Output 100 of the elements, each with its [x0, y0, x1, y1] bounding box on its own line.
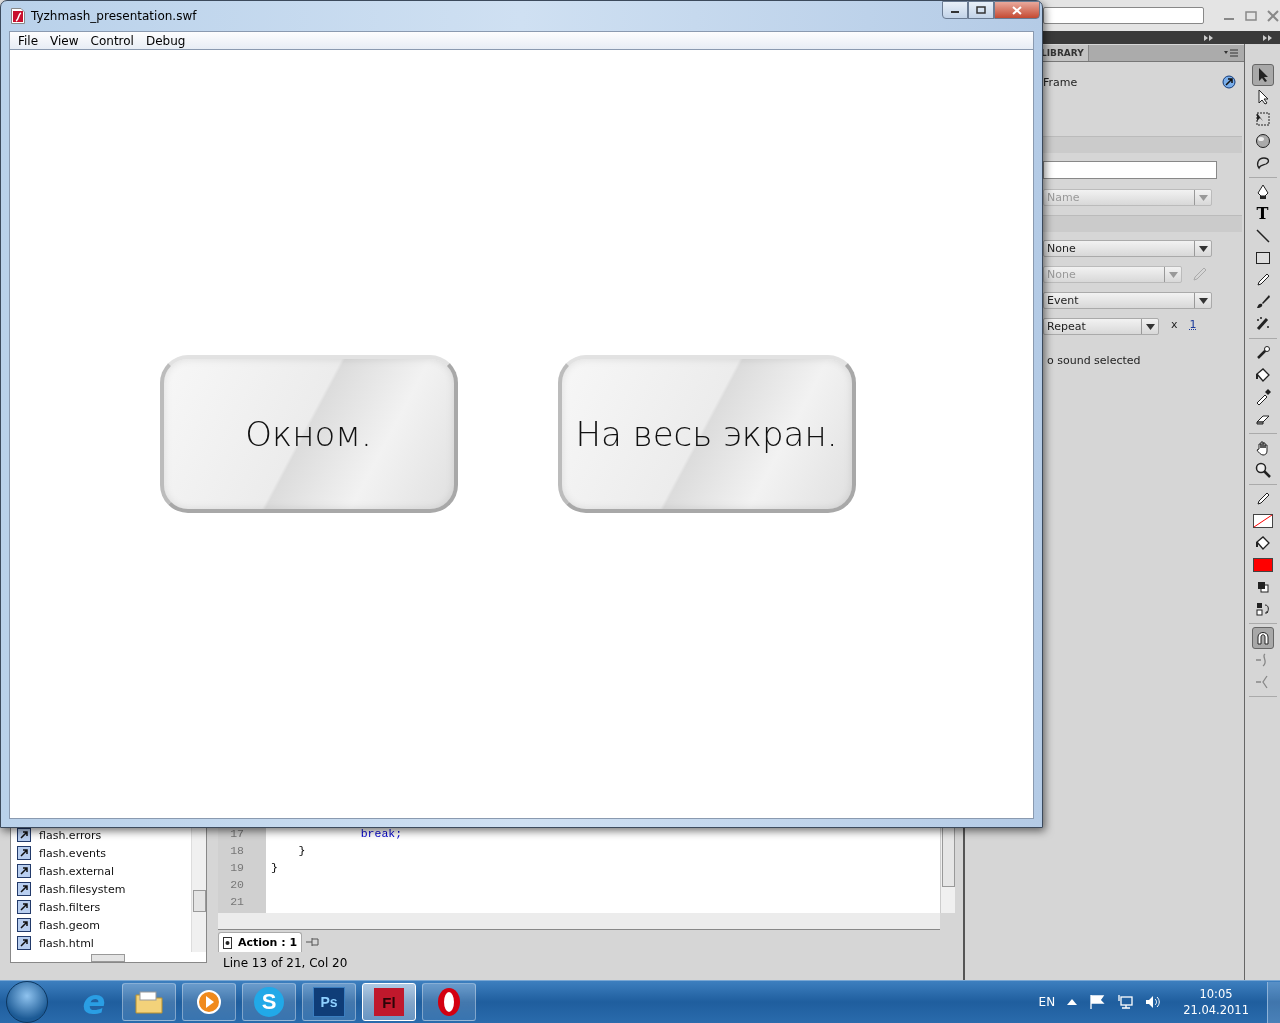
paint-bucket-icon — [1254, 535, 1271, 551]
hollow-arrow-icon — [1255, 89, 1270, 105]
package-icon — [17, 882, 31, 896]
stage-button[interactable]: Окном. — [159, 355, 458, 513]
package-icon — [17, 900, 31, 914]
pin-icon[interactable] — [306, 936, 321, 948]
caret-icon — [1168, 271, 1178, 278]
taskbar-button[interactable] — [422, 983, 476, 1021]
tool-button[interactable] — [1251, 64, 1274, 86]
play-icon — [196, 989, 222, 1015]
line-number: 17 — [230, 826, 244, 842]
search-field[interactable] — [1043, 7, 1204, 24]
minimize-button[interactable] — [942, 1, 968, 19]
frame-label: Frame — [1043, 75, 1078, 89]
package-icon — [17, 864, 31, 878]
hand-icon — [1254, 440, 1271, 456]
taskbar-button[interactable] — [122, 983, 176, 1021]
sphere-icon — [1254, 133, 1271, 149]
scroll-thumb[interactable] — [91, 954, 125, 962]
line-icon — [1254, 228, 1271, 244]
package-item[interactable]: flash.filters — [11, 898, 187, 916]
dropdown[interactable]: Event — [1043, 292, 1212, 309]
code-line: } — [297, 843, 307, 859]
tool-button[interactable] — [1251, 627, 1274, 649]
maximize-button[interactable] — [968, 1, 994, 19]
pencil-icon — [1254, 272, 1271, 288]
tray-expand-icon[interactable] — [1067, 999, 1078, 1005]
clock[interactable]: 10:05 21.04.2011 — [1183, 986, 1249, 1018]
library-tab[interactable]: LIBRARY — [1041, 45, 1089, 61]
status-text: Line 13 of 21, Col 20 — [222, 956, 349, 970]
fill-swatch-icon — [1252, 558, 1273, 572]
menu-item[interactable]: View — [44, 33, 85, 48]
package-item[interactable]: flash.events — [11, 844, 187, 862]
swap-colors-icon — [1255, 602, 1270, 616]
ps-logo-icon: Ps — [313, 987, 345, 1017]
flash-file-icon — [11, 8, 25, 24]
package-item[interactable]: flash.filesystem — [11, 880, 187, 898]
start-button[interactable] — [6, 981, 48, 1023]
loop-count[interactable]: 1 — [1189, 318, 1197, 331]
close-icon[interactable] — [1266, 8, 1280, 23]
rectangle-icon — [1254, 250, 1271, 266]
taskbar-button[interactable]: Ps — [302, 983, 356, 1021]
line-number: 18 — [230, 843, 244, 859]
collapse-icon[interactable] — [1204, 34, 1213, 41]
script-tab[interactable]: Action : 1 — [218, 932, 303, 952]
zoom-icon — [1254, 462, 1271, 478]
pencil-icon — [1192, 266, 1208, 282]
code-line: break; — [359, 826, 404, 842]
line-number: 19 — [230, 860, 244, 876]
dropdown[interactable]: Repeat — [1043, 318, 1159, 335]
paint-bucket-icon — [1254, 367, 1271, 383]
eyedropper-icon — [1254, 389, 1271, 405]
horizontal-scrollbar[interactable] — [218, 913, 940, 930]
text-tool-icon: T — [1256, 206, 1269, 222]
sound-status: o sound selected — [1047, 354, 1142, 367]
times-label: x — [1171, 318, 1178, 331]
menu-item[interactable]: Debug — [139, 33, 192, 48]
package-item[interactable]: flash.html — [11, 934, 187, 952]
lasso-icon — [1254, 155, 1271, 171]
language-indicator[interactable]: EN — [1038, 995, 1056, 1009]
stage-button[interactable]: На весь экран. — [557, 355, 856, 513]
window-title: Tyzhmash_presentation.swf — [31, 9, 197, 23]
flag-icon[interactable] — [1089, 994, 1106, 1010]
menu-item[interactable]: File — [12, 33, 45, 48]
package-icon — [17, 828, 31, 842]
package-item[interactable]: flash.errors — [11, 826, 187, 844]
link-arrow-icon[interactable] — [1222, 75, 1236, 89]
pencil-icon — [1254, 491, 1271, 507]
default-colors-icon — [1256, 581, 1269, 593]
transform-icon — [1254, 111, 1271, 127]
magnet-icon — [1254, 630, 1271, 646]
caret-icon — [1198, 245, 1208, 252]
package-icon — [17, 918, 31, 932]
spray-icon — [1254, 316, 1271, 332]
package-item[interactable]: flash.geom — [11, 916, 187, 934]
chat-s-icon: S — [254, 987, 284, 1017]
caret-icon — [1198, 194, 1208, 201]
script-icon — [223, 936, 232, 949]
text-field[interactable] — [1043, 161, 1217, 179]
dropdown[interactable]: None — [1043, 240, 1212, 257]
menu-item[interactable]: Control — [84, 33, 140, 48]
scrollbar[interactable] — [191, 826, 206, 952]
caret-icon — [1198, 297, 1208, 304]
maximize-icon — [976, 6, 986, 14]
network-icon[interactable] — [1117, 994, 1134, 1010]
taskbar-button[interactable] — [182, 983, 236, 1021]
caret-icon — [1145, 323, 1155, 330]
code-line: } — [271, 860, 279, 876]
speaker-icon[interactable] — [1145, 994, 1162, 1010]
tool-button[interactable]: T — [1251, 203, 1274, 225]
panel-menu-icon[interactable] — [1224, 48, 1238, 58]
collapse-icon[interactable] — [1263, 34, 1272, 41]
line-number: 20 — [230, 877, 244, 893]
scrollbar[interactable] — [940, 825, 955, 913]
package-item[interactable]: flash.external — [11, 862, 187, 880]
pen-nib-icon — [1255, 184, 1270, 200]
folder-icon — [134, 989, 164, 1015]
stroke-swatch-icon — [1252, 514, 1273, 528]
close-button[interactable] — [994, 1, 1040, 19]
fl-logo-icon: Fl — [374, 988, 404, 1016]
